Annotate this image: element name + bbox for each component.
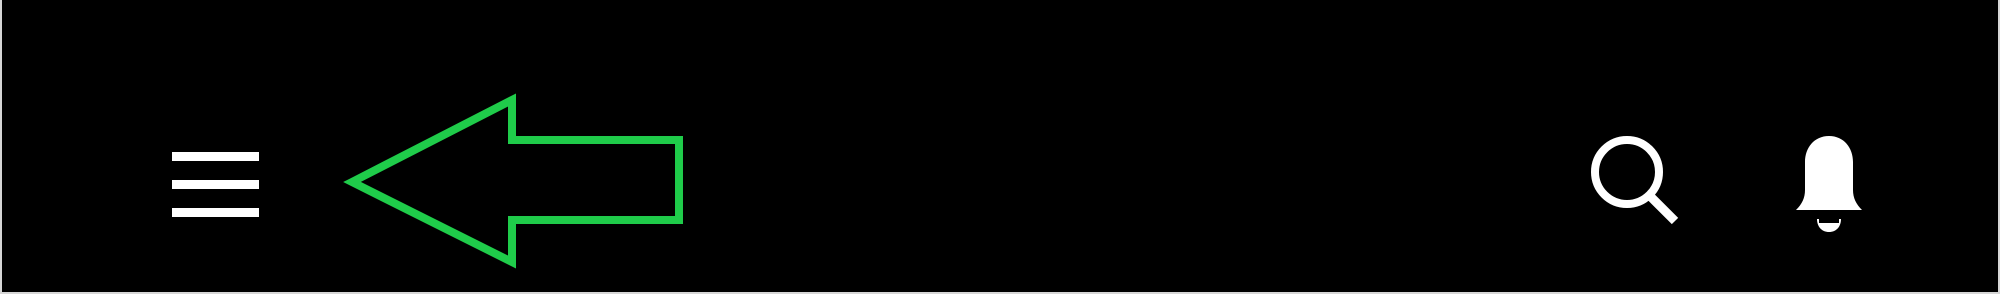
search-icon [1591,136,1679,225]
search-button[interactable] [1577,128,1687,238]
app-bar [2,0,1998,292]
bell-icon [1796,136,1862,232]
menu-button[interactable] [162,140,272,235]
hamburger-menu-icon [172,152,259,217]
annotation-arrow-pointing-to-menu [337,90,692,270]
notifications-button[interactable] [1774,128,1884,238]
